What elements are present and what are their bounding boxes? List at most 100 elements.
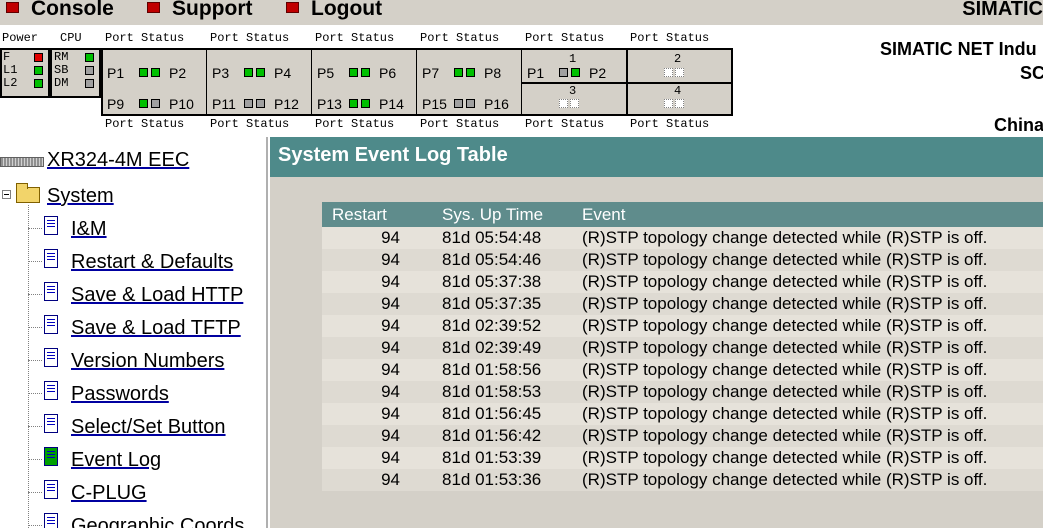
cell-event: (R)STP topology change detected while (R… — [582, 294, 988, 313]
l2-led — [34, 79, 43, 88]
content-panel: System Event Log Table Restart Sys. Up T… — [270, 137, 1043, 528]
port-p16-led[interactable] — [466, 99, 475, 108]
module-1-p2-label: P2 — [589, 65, 607, 81]
table-row: 94 81d 05:37:35 (R)STP topology change det… — [322, 293, 1043, 315]
brand-simatic: SIMATIC — [962, 0, 1043, 20]
port-p6-label: P6 — [379, 65, 397, 81]
cell-restart: 94 — [381, 470, 400, 489]
power-row-f: F — [3, 50, 11, 64]
document-icon — [44, 381, 58, 400]
port-p15-label: P15 — [422, 96, 447, 112]
port-p7-led[interactable] — [454, 68, 463, 77]
dm-led — [85, 79, 94, 88]
port-status-footer: Port Status — [420, 117, 500, 131]
tree-item-im[interactable]: I&M — [71, 218, 107, 241]
port-p5-led[interactable] — [349, 68, 358, 77]
port-p2-led[interactable] — [151, 68, 160, 77]
logout-link[interactable]: Logout — [286, 0, 382, 21]
port-p1-led[interactable] — [139, 68, 148, 77]
cell-restart: 94 — [381, 382, 400, 401]
tree-item-restart-defaults[interactable]: Restart & Defaults — [71, 251, 233, 274]
collapse-icon[interactable] — [2, 190, 11, 199]
document-icon — [44, 315, 58, 334]
tree-item-event-log[interactable]: Event Log — [71, 449, 161, 472]
port-p3-label: P3 — [212, 65, 230, 81]
tree-item-passwords[interactable]: Passwords — [71, 383, 169, 406]
tree-item-c-plug[interactable]: C-PLUG — [71, 482, 147, 505]
cell-sys-up-time: 81d 01:58:56 — [442, 360, 542, 379]
module-4-led — [664, 99, 673, 108]
cpu-row-dm: DM — [54, 76, 69, 90]
brand-region: China — [994, 115, 1043, 135]
table-row: 94 81d 05:37:38 (R)STP topology change det… — [322, 271, 1043, 293]
support-icon — [147, 1, 160, 13]
console-label: Console — [31, 0, 114, 20]
cell-event: (R)STP topology change detected while (R… — [582, 250, 988, 269]
module-2-led — [664, 68, 673, 77]
cell-event: (R)STP topology change detected while (R… — [582, 382, 988, 401]
table-row: 94 81d 01:58:56 (R)STP topology change det… — [322, 359, 1043, 381]
tree-system-link[interactable]: System — [47, 185, 114, 208]
cell-sys-up-time: 81d 02:39:52 — [442, 316, 542, 335]
support-link[interactable]: Support — [147, 0, 252, 21]
port-p8-led[interactable] — [466, 68, 475, 77]
port-p13-led[interactable] — [349, 99, 358, 108]
cell-restart: 94 — [381, 272, 400, 291]
cell-event: (R)STP topology change detected while (R… — [582, 360, 988, 379]
logout-icon — [286, 1, 299, 13]
tree-item-save-load-http[interactable]: Save & Load HTTP — [71, 284, 243, 307]
port-status-footer: Port Status — [105, 117, 185, 131]
top-nav-bar: Console Support Logout SIMATIC — [0, 0, 1043, 25]
port-p4-led[interactable] — [256, 68, 265, 77]
cell-sys-up-time: 81d 02:39:49 — [442, 338, 542, 357]
document-active-icon — [44, 447, 58, 466]
cell-restart: 94 — [381, 316, 400, 335]
table-row: 94 81d 01:53:39 (R)STP topology change det… — [322, 447, 1043, 469]
cell-event: (R)STP topology change detected while (R… — [582, 316, 988, 335]
port-p6-led[interactable] — [361, 68, 370, 77]
cell-restart: 94 — [381, 448, 400, 467]
l1-led — [34, 66, 43, 75]
port-p15-led[interactable] — [454, 99, 463, 108]
module-2-led — [675, 68, 684, 77]
module-3-led — [570, 99, 579, 108]
port-status-header: Port Status — [630, 31, 710, 45]
power-row-l2: L2 — [3, 76, 18, 90]
console-link[interactable]: Console — [6, 0, 114, 21]
tree-item-save-load-tftp[interactable]: Save & Load TFTP — [71, 317, 241, 340]
column-header-event: Event — [582, 202, 1043, 227]
port-p14-led[interactable] — [361, 99, 370, 108]
tree-device-link[interactable]: XR324-4M EEC — [47, 149, 189, 172]
port-p12-label: P12 — [274, 96, 299, 112]
port-p16-label: P16 — [484, 96, 509, 112]
tree-item-geographic-coords[interactable]: Geographic Coords — [71, 515, 244, 528]
tree-item-select-set-button[interactable]: Select/Set Button — [71, 416, 226, 439]
sb-led — [85, 66, 94, 75]
table-header-row: Restart Sys. Up Time Event — [322, 202, 1043, 227]
power-row-l1: L1 — [3, 63, 18, 77]
port-p1-label: P1 — [107, 65, 125, 81]
cell-event: (R)STP topology change detected while (R… — [582, 228, 988, 247]
table-row: 94 81d 01:56:42 (R)STP topology change det… — [322, 425, 1043, 447]
port-p4-label: P4 — [274, 65, 292, 81]
module-3-number: 3 — [569, 84, 577, 98]
tree-item-version-numbers[interactable]: Version Numbers — [71, 350, 224, 373]
port-p10-label: P10 — [169, 96, 194, 112]
port-p12-led[interactable] — [256, 99, 265, 108]
cell-event: (R)STP topology change detected while (R… — [582, 404, 988, 423]
port-status-header: Port Status — [210, 31, 290, 45]
port-p10-led[interactable] — [151, 99, 160, 108]
folder-open-icon — [16, 183, 40, 203]
cpu-row-rm: RM — [54, 50, 69, 64]
logout-label: Logout — [311, 0, 383, 20]
cell-sys-up-time: 81d 01:56:42 — [442, 426, 542, 445]
table-row: 94 81d 02:39:52 (R)STP topology change det… — [322, 315, 1043, 337]
port-p3-led[interactable] — [244, 68, 253, 77]
cell-event: (R)STP topology change detected while (R… — [582, 426, 988, 445]
module-1-p2-led[interactable] — [571, 68, 580, 77]
port-p9-led[interactable] — [139, 99, 148, 108]
port-p11-led[interactable] — [244, 99, 253, 108]
document-icon — [44, 348, 58, 367]
module-4-number: 4 — [674, 84, 682, 98]
module-1-p1-led[interactable] — [559, 68, 568, 77]
